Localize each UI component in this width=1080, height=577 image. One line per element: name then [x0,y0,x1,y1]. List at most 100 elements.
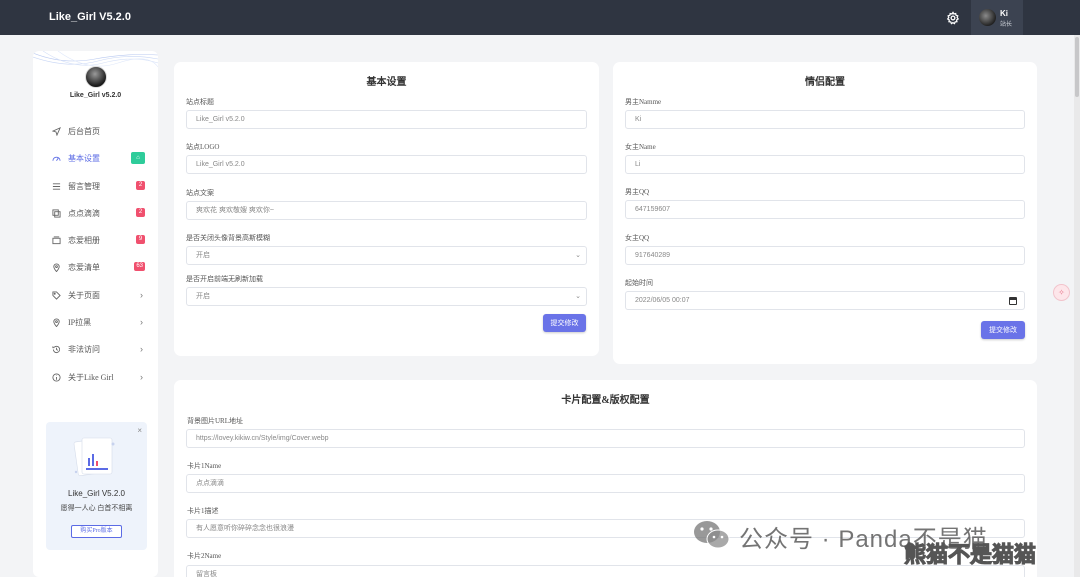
male-name-input[interactable]: Ki [625,110,1025,129]
send-icon [52,127,61,136]
promo-illustration [73,437,115,476]
date-value: 2022/06/05 00:07 [635,297,690,304]
home-badge: ⌂ [131,152,145,165]
history-icon [52,346,61,354]
sidebar-item-label: 关于Like Girl [68,372,114,382]
sidebar-item-label: 点点滴滴 [68,208,100,218]
start-time-input[interactable]: 2022/06/05 00:07 [625,291,1025,310]
blur-toggle-select[interactable]: 开启 ⌄ [186,246,587,265]
user-name: Ki [1000,9,1008,18]
chevron-down-icon: ⌄ [575,293,581,300]
bg-image-url-input[interactable]: https://lovey.kikiw.cn/Style/img/Cover.w… [186,429,1025,448]
submit-button[interactable]: 提交修改 [981,321,1025,339]
sidebar-item-label: 恋爱清单 [68,263,100,273]
card1-name-label: 卡片1Name [187,462,222,470]
sidebar-item-label: 非法访问 [68,345,100,355]
sidebar-nav: 后台首页 基本设置 ⌂ 留言管理 2 点点滴滴 2 恋爱相册 9 恋爱清单 63 [33,118,158,391]
sidebar-item-label: 留言管理 [68,181,100,191]
ajax-load-label: 是否开启前端无刷新加载 [186,275,263,283]
album-icon [52,236,61,245]
user-role: 站长 [1000,22,1013,28]
sidebar-item-label: 基本设置 [68,154,100,164]
sidebar: Like_Girl v5.2.0 后台首页 基本设置 ⌂ 留言管理 2 点点滴滴… [33,51,158,577]
chevron-down-icon: ⌄ [575,252,581,259]
chevron-right-icon: › [140,289,143,300]
info-icon [52,373,61,382]
float-widget[interactable]: ✧ [1053,284,1070,301]
sidebar-item-about-like-girl[interactable]: 关于Like Girl › [33,364,158,391]
sidebar-item-about-page[interactable]: 关于页面 › [33,282,158,309]
female-qq-label: 女主QQ [625,234,650,242]
list-icon [52,182,61,190]
promo-title: Like_Girl V5.2.0 [68,489,125,498]
card-title: 情侣配置 [805,77,845,88]
close-icon[interactable]: × [137,426,142,435]
site-logo-input[interactable]: Like_Girl v5.2.0 [186,155,587,174]
promo-subtitle: 愿得一人心 白首不相离 [60,504,133,512]
watermark-subtext: 熊猫不是猫猫 [903,542,1037,568]
avatar [979,9,996,26]
sidebar-item-label: 恋爱相册 [68,236,100,246]
site-copy-label: 站点文案 [186,189,214,197]
site-title-label: 站点标题 [186,98,214,106]
sidebar-item-basic-settings[interactable]: 基本设置 ⌂ [33,145,158,172]
site-copy-input[interactable]: 爽欢花 爽欢敬嫂 爽欢你~ [186,201,587,220]
count-badge: 2 [136,180,145,190]
blur-toggle-label: 是否关闭头像背景高斯模糊 [186,234,270,242]
bg-image-url-label: 背景图片URL地址 [187,417,243,425]
card-title: 卡片配置&版权配置 [561,395,650,406]
chevron-right-icon: › [140,344,143,355]
card-title: 基本设置 [366,77,407,88]
tag-icon [52,291,61,300]
ajax-load-select[interactable]: 开启 ⌄ [186,287,587,306]
user-menu[interactable]: Ki 站长 [971,0,1023,35]
chevron-right-icon: › [140,371,143,382]
sidebar-item-dashboard[interactable]: 后台首页 [33,118,158,145]
copy-icon [52,209,61,218]
gauge-icon [52,157,61,162]
sidebar-item-ip-block[interactable]: IP拉黑 › [33,309,158,336]
watermark: 公众号 · Panda不是猫 熊猫不是猫猫 [692,513,1062,573]
chevron-right-icon: › [140,317,143,328]
count-badge: 2 [136,207,145,217]
female-name-input[interactable]: Li [625,155,1025,174]
pro-promo-card: × Like_Girl V5.2.0 愿得一人心 白首不相离 购买Pro版本 [46,422,147,550]
male-name-label: 男主Namme [625,98,662,106]
select-value: 开启 [196,252,210,259]
scrollbar[interactable] [1074,35,1080,577]
wechat-icon [694,521,730,549]
start-time-label: 起始时间 [625,279,653,287]
sidebar-item-illegal-access[interactable]: 非法访问 › [33,336,158,363]
count-badge: 63 [134,262,145,272]
sidebar-item-moments[interactable]: 点点滴滴 2 [33,200,158,227]
pin-icon [53,264,60,273]
male-qq-input[interactable]: 647159607 [625,200,1025,219]
female-qq-input[interactable]: 917640289 [625,246,1025,265]
submit-button[interactable]: 提交修改 [543,314,586,332]
top-bar: Like_Girl V5.2.0 Ki 站长 [0,0,1080,35]
scrollbar-thumb[interactable] [1075,37,1079,97]
pin-icon [53,318,60,328]
card2-name-label: 卡片2Name [187,552,222,560]
sidebar-item-love-list[interactable]: 恋爱清单 63 [33,254,158,281]
calendar-icon[interactable] [1009,297,1017,305]
basic-settings-card: 基本设置 站点标题 Like_Girl v5.2.0 站点LOGO Like_G… [174,62,599,356]
sidebar-item-album[interactable]: 恋爱相册 9 [33,227,158,254]
count-badge: 9 [136,235,145,245]
site-logo-label: 站点LOGO [186,143,220,151]
sidebar-item-label: 后台首页 [68,127,100,136]
male-qq-label: 男主QQ [625,188,650,196]
gear-icon[interactable] [946,11,960,25]
sidebar-item-messages[interactable]: 留言管理 2 [33,173,158,200]
sidebar-title: Like_Girl v5.2.0 [69,92,122,99]
card1-desc-label: 卡片1描述 [187,507,219,515]
buy-pro-button[interactable]: 购买Pro版本 [71,525,122,538]
avatar [85,66,107,88]
brand-title: Like_Girl V5.2.0 [49,11,131,23]
card1-name-input[interactable]: 点点滴滴 [186,474,1025,493]
sidebar-item-label: IP拉黑 [68,318,92,328]
site-title-input[interactable]: Like_Girl v5.2.0 [186,110,587,129]
couple-settings-card: 情侣配置 男主Namme Ki 女主Name Li 男主QQ 647159607… [613,62,1037,364]
female-name-label: 女主Name [625,143,656,151]
sidebar-item-label: 关于页面 [68,290,100,300]
